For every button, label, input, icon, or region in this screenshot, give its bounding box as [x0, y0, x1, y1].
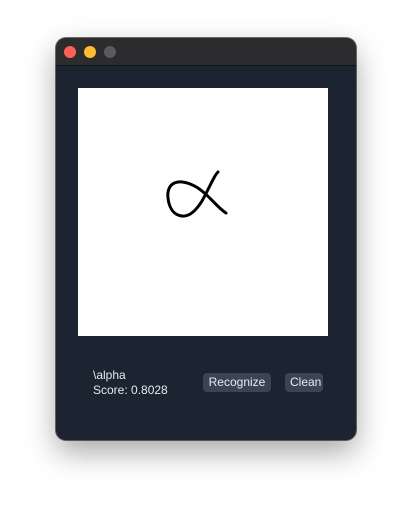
app-window: \alpha Score: 0.8028 Recognize Clean [56, 38, 356, 440]
handwriting-stroke [166, 170, 228, 218]
recognize-button[interactable]: Recognize [203, 373, 271, 392]
zoom-window-button[interactable] [104, 46, 116, 58]
recognition-score: Score: 0.8028 [93, 383, 168, 397]
title-bar [56, 38, 356, 66]
clean-button[interactable]: Clean [285, 373, 323, 392]
drawing-canvas[interactable] [78, 88, 328, 336]
close-window-button[interactable] [64, 46, 76, 58]
recognized-symbol: \alpha [93, 368, 126, 382]
recognition-result: \alpha Score: 0.8028 [93, 368, 168, 398]
minimize-window-button[interactable] [84, 46, 96, 58]
